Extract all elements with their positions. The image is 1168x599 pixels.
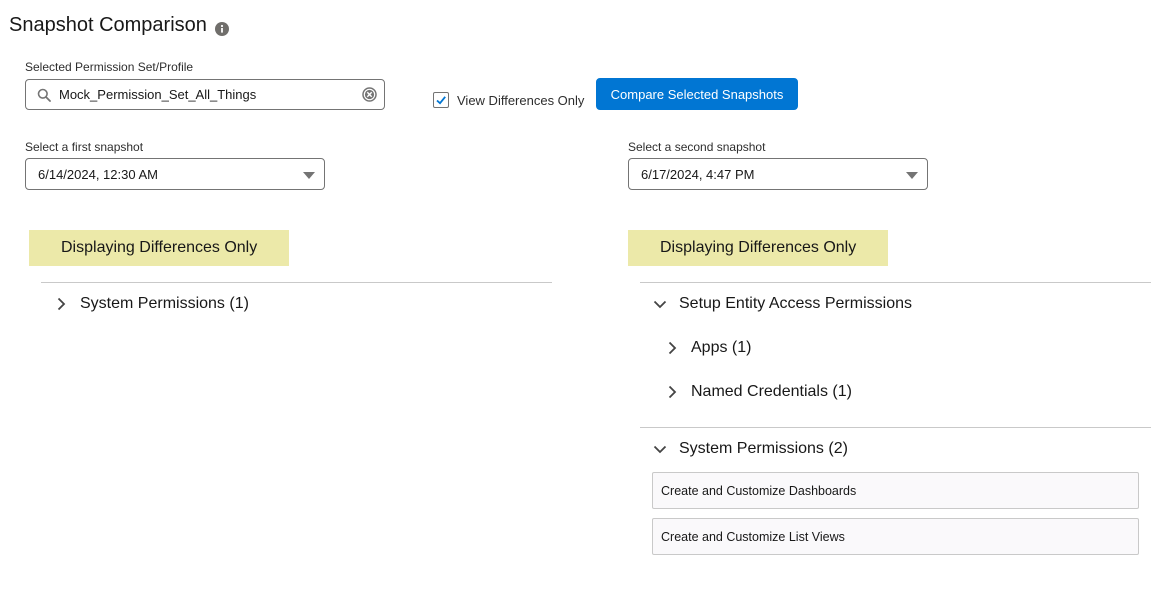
subsection-label: Named Credentials (1) — [691, 383, 852, 400]
section-label: Setup Entity Access Permissions — [679, 295, 912, 312]
view-differences-checkbox[interactable]: View Differences Only — [433, 92, 584, 108]
chevron-down-icon — [652, 441, 668, 457]
right-differences-banner: Displaying Differences Only — [628, 230, 888, 266]
checkmark-icon — [436, 96, 446, 105]
second-snapshot-value: 6/17/2024, 4:47 PM — [641, 167, 755, 182]
chevron-down-icon — [906, 172, 918, 179]
info-icon[interactable] — [214, 19, 229, 36]
chevron-down-icon — [303, 172, 315, 179]
permission-set-search-input[interactable]: Mock_Permission_Set_All_Things — [25, 79, 385, 110]
right-divider-top — [640, 282, 1151, 283]
permission-set-label: Selected Permission Set/Profile — [25, 60, 194, 74]
compare-snapshots-button[interactable]: Compare Selected Snapshots — [596, 78, 798, 110]
clear-icon[interactable] — [362, 87, 377, 102]
right-section-setup-entity-access[interactable]: Setup Entity Access Permissions — [652, 295, 912, 313]
right-section-system-permissions[interactable]: System Permissions (2) — [652, 440, 848, 458]
left-differences-banner: Displaying Differences Only — [29, 230, 289, 266]
search-icon — [37, 88, 51, 102]
chevron-right-icon — [664, 340, 680, 356]
right-subsection-apps[interactable]: Apps (1) — [664, 339, 751, 357]
first-snapshot-value: 6/14/2024, 12:30 AM — [38, 167, 158, 182]
permission-set-value[interactable]: Mock_Permission_Set_All_Things — [59, 87, 256, 102]
chevron-right-icon — [53, 296, 69, 312]
first-snapshot-label: Select a first snapshot — [25, 140, 144, 154]
second-snapshot-select[interactable]: 6/17/2024, 4:47 PM — [628, 158, 928, 190]
right-subsection-named-credentials[interactable]: Named Credentials (1) — [664, 383, 852, 401]
left-divider — [41, 282, 552, 283]
first-snapshot-select[interactable]: 6/14/2024, 12:30 AM — [25, 158, 325, 190]
section-label: System Permissions (2) — [679, 440, 848, 457]
permission-item: Create and Customize Dashboards — [652, 472, 1139, 509]
left-section-system-permissions[interactable]: System Permissions (1) — [53, 295, 249, 313]
subsection-label: Apps (1) — [691, 339, 752, 356]
checkbox-box[interactable] — [433, 92, 449, 108]
chevron-right-icon — [664, 384, 680, 400]
section-label: System Permissions (1) — [80, 295, 249, 312]
page-title-text: Snapshot Comparison — [9, 14, 207, 36]
page-title: Snapshot Comparison — [9, 14, 229, 37]
permission-item: Create and Customize List Views — [652, 518, 1139, 555]
view-differences-label: View Differences Only — [457, 92, 585, 108]
right-divider-middle — [640, 427, 1151, 428]
second-snapshot-label: Select a second snapshot — [628, 140, 766, 154]
chevron-down-icon — [652, 296, 668, 312]
